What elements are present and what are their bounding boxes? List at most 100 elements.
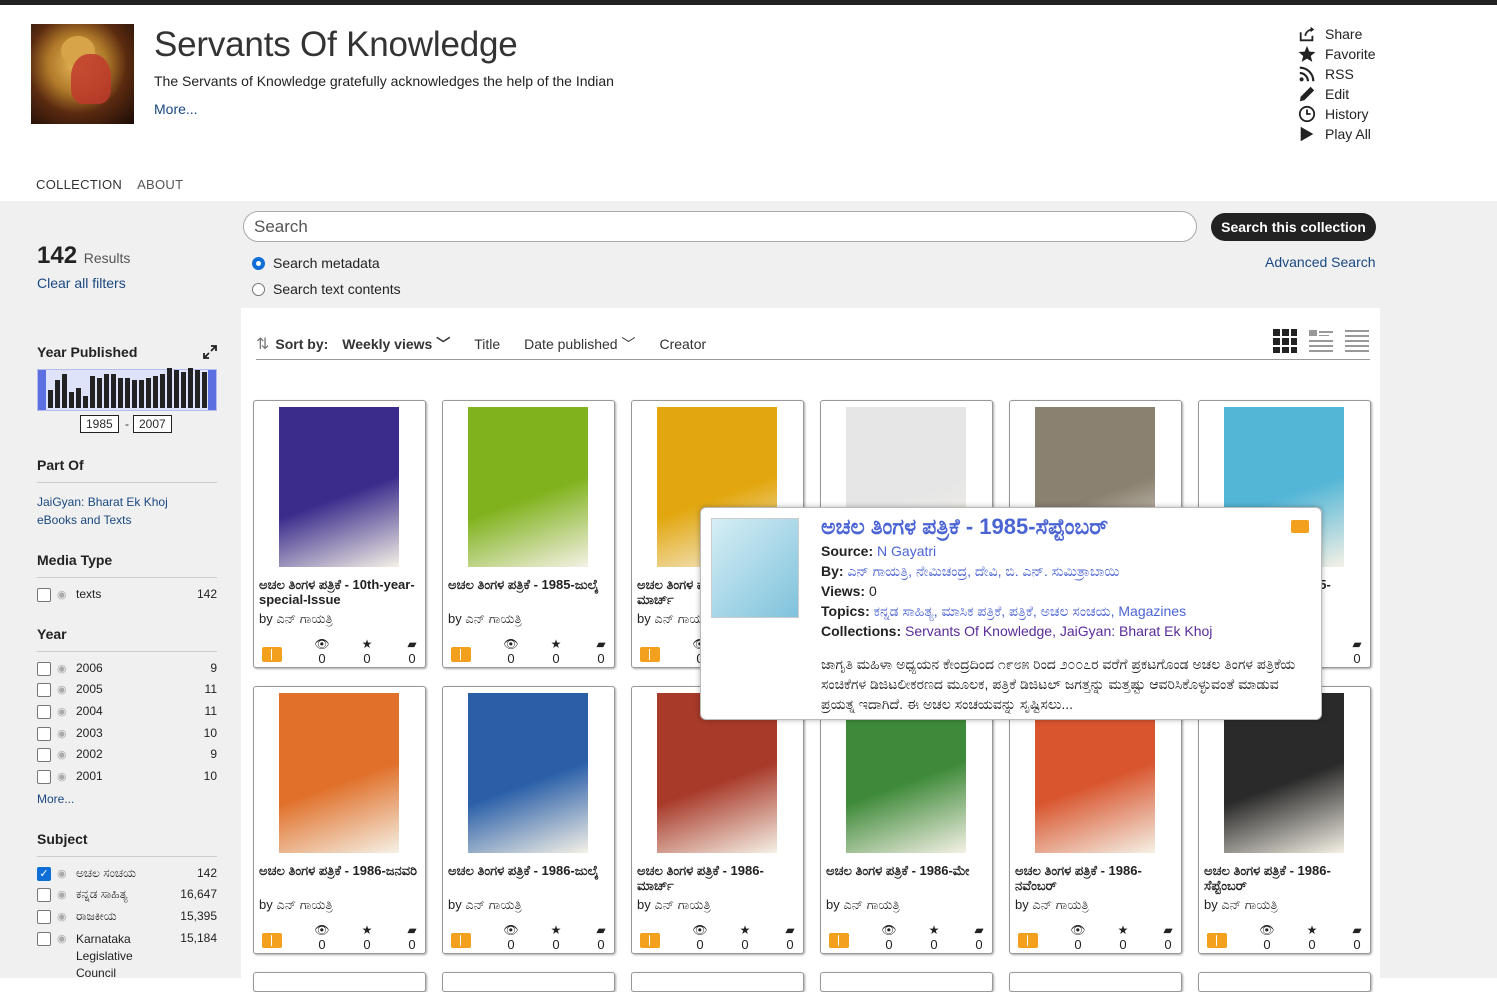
eye-icon[interactable]: ◉ — [57, 910, 71, 924]
item-title[interactable]: ಅಚಲ ತಿಂಗಳ ಪತ್ರಿಕೆ - 1986-ಮೇ — [826, 863, 989, 878]
eye-icon[interactable]: ◉ — [57, 867, 71, 881]
part-of-jaigyan[interactable]: JaiGyan: Bharat Ek Khoj — [37, 495, 168, 509]
item-title[interactable]: ಅಚಲ ತಿಂಗಳ ಪತ್ರಿಕೆ - 1986-ಜುಲೈ — [448, 863, 611, 878]
radio-button[interactable] — [252, 282, 265, 296]
year-from-input[interactable]: 1985 — [80, 415, 119, 433]
facet-row-subject[interactable]: ✓ ◉ ಅಚಲ ಸಂಚಯ 142 — [37, 866, 217, 886]
expand-icon[interactable] — [203, 345, 217, 359]
sort-date-published[interactable]: Date published ﹀ — [524, 334, 635, 354]
item-cover-image[interactable] — [468, 407, 588, 567]
facet-row-year[interactable]: ◉ 2003 10 — [37, 726, 217, 746]
checkbox[interactable] — [37, 770, 51, 784]
facet-row-year[interactable]: ◉ 2004 11 — [37, 704, 217, 724]
facet-row-year[interactable]: ◉ 2006 9 — [37, 661, 217, 681]
item-tile[interactable] — [1009, 972, 1182, 992]
histogram-bar — [62, 374, 67, 408]
item-tile[interactable]: ಅಚಲ ತಿಂಗಳ ಪತ್ರಿಕೆ - 1986-ಸೆಪ್ಟೆಂಬರ್ by ಎ… — [1198, 686, 1371, 954]
favorite-count: 0 — [552, 937, 560, 952]
eye-icon[interactable]: ◉ — [57, 727, 71, 741]
facet-row-texts[interactable]: ◉ texts 142 — [37, 587, 217, 607]
history-button[interactable]: History — [1298, 104, 1418, 124]
facet-row-year[interactable]: ◉ 2005 11 — [37, 682, 217, 702]
sort-direction-icon[interactable]: ⇅ — [256, 334, 269, 354]
eye-icon[interactable]: ◉ — [57, 705, 71, 719]
item-tile[interactable] — [1198, 972, 1371, 992]
checkbox[interactable] — [37, 727, 51, 741]
year-histogram[interactable] — [37, 368, 217, 411]
item-tile[interactable]: ಅಚಲ ತಿಂಗಳ ಪತ್ರಿಕೆ - 1986-ಜುಲೈ by ಎನ್ ಗಾಯ… — [442, 686, 615, 954]
year-more-link[interactable]: More... — [37, 792, 74, 806]
checkbox[interactable] — [37, 588, 51, 602]
checkbox[interactable] — [37, 932, 51, 946]
popup-title[interactable]: ಅಚಲ ತಿಂಗಳ ಪತ್ರಿಕೆ - 1985-ಸೆಪ್ಟೆಂಬರ್ — [821, 514, 1108, 540]
play-all-button[interactable]: Play All — [1298, 124, 1418, 144]
facet-row-year[interactable]: ◉ 2001 10 — [37, 769, 217, 789]
item-tile[interactable] — [631, 972, 804, 992]
favorite-count: 0 — [930, 937, 938, 952]
facet-row-subject[interactable]: ◉ ರಾಜಕೀಯ 15,395 — [37, 909, 217, 929]
facet-row-year[interactable]: ◉ 2002 9 — [37, 747, 217, 767]
item-tile[interactable] — [253, 972, 426, 992]
item-tile[interactable]: ಅಚಲ ತಿಂಗಳ ಪತ್ರಿಕೆ - 1986-ಮಾರ್ಚ್ by ಎನ್ ಗ… — [631, 686, 804, 954]
year-to-input[interactable]: 2007 — [133, 415, 172, 433]
eye-icon[interactable]: ◉ — [57, 748, 71, 762]
clear-filters-link[interactable]: Clear all filters — [37, 275, 126, 291]
share-button[interactable]: Share — [1298, 24, 1418, 44]
histogram-bar — [202, 372, 207, 408]
eye-icon[interactable]: ◉ — [57, 588, 71, 602]
edit-button[interactable]: Edit — [1298, 84, 1418, 104]
checkbox[interactable] — [37, 705, 51, 719]
divider — [37, 482, 217, 483]
sort-creator[interactable]: Creator — [659, 336, 706, 352]
popup-collections: Collections: Servants Of Knowledge, JaiG… — [821, 623, 1213, 639]
grid-view-icon[interactable] — [1272, 328, 1298, 354]
advanced-search-link[interactable]: Advanced Search — [1265, 254, 1376, 270]
favorite-count: 0 — [363, 937, 371, 952]
item-tile[interactable]: ಅಚಲ ತಿಂಗಳ ಪತ್ರಿಕೆ - 1986-ನವೆಂಬರ್ by ಎನ್ … — [1009, 686, 1182, 954]
eye-icon[interactable]: ◉ — [57, 888, 71, 902]
eye-icon[interactable]: ◉ — [57, 770, 71, 784]
item-cover-image[interactable] — [468, 693, 588, 853]
radio-search-text[interactable]: Search text contents — [252, 281, 401, 297]
item-title[interactable]: ಅಚಲ ತಿಂಗಳ ಪತ್ರಿಕೆ - 1986-ಜನವರಿ — [259, 863, 422, 878]
checkbox[interactable] — [37, 748, 51, 762]
item-tile[interactable]: ಅಚಲ ತಿಂಗಳ ಪತ್ರಿಕೆ - 1985-ಜುಲೈ by ಎನ್ ಗಾಯ… — [442, 400, 615, 668]
search-collection-button[interactable]: Search this collection — [1211, 213, 1376, 241]
item-tile[interactable]: ಅಚಲ ತಿಂಗಳ ಪತ್ರಿಕೆ - 1986-ಜನವರಿ by ಎನ್ ಗಾ… — [253, 686, 426, 954]
facet-row-subject[interactable]: ◉ ಕನ್ನಡ ಸಾಹಿತ್ಯ 16,647 — [37, 887, 217, 907]
checkbox-checked[interactable]: ✓ — [37, 867, 51, 881]
checkbox[interactable] — [37, 910, 51, 924]
item-title[interactable]: ಅಚಲ ತಿಂಗಳ ಪತ್ರಿಕೆ - 1986-ಮಾರ್ಚ್ — [637, 863, 800, 893]
favorite-button[interactable]: Favorite — [1298, 44, 1418, 64]
item-tile[interactable]: ಅಚಲ ತಿಂಗಳ ಪತ್ರಿಕೆ - 10th-year-special-Is… — [253, 400, 426, 668]
histogram-handle-right[interactable] — [208, 370, 216, 410]
sort-title[interactable]: Title — [474, 336, 500, 352]
histogram-handle-left[interactable] — [38, 370, 46, 410]
facet-row-subject[interactable]: ◉ Karnataka Legislative Council 15,184 — [37, 931, 217, 980]
review-count: 0 — [1353, 651, 1361, 666]
item-tile[interactable] — [442, 972, 615, 992]
item-title[interactable]: ಅಚಲ ತಿಂಗಳ ಪತ್ರಿಕೆ - 1986-ಸೆಪ್ಟೆಂಬರ್ — [1204, 863, 1367, 893]
list-detail-view-icon[interactable] — [1308, 328, 1334, 354]
list-compact-view-icon[interactable] — [1344, 328, 1370, 354]
checkbox[interactable] — [37, 683, 51, 697]
eye-icon[interactable]: ◉ — [57, 662, 71, 676]
checkbox[interactable] — [37, 888, 51, 902]
item-title[interactable]: ಅಚಲ ತಿಂಗಳ ಪತ್ರಿಕೆ - 1985-ಜುಲೈ — [448, 577, 611, 592]
checkbox[interactable] — [37, 662, 51, 676]
search-input[interactable]: Search — [243, 211, 1197, 242]
radio-button[interactable] — [252, 256, 265, 270]
item-cover-image[interactable] — [279, 407, 399, 567]
item-title[interactable]: ಅಚಲ ತಿಂಗಳ ಪತ್ರಿಕೆ - 1986-ನವೆಂಬರ್ — [1015, 863, 1178, 893]
eye-icon[interactable]: ◉ — [57, 683, 71, 697]
item-tile[interactable] — [820, 972, 993, 992]
more-link[interactable]: More... — [154, 101, 198, 117]
item-title[interactable]: ಅಚಲ ತಿಂಗಳ ಪತ್ರಿಕೆ - 10th-year-special-Is… — [259, 577, 422, 607]
part-of-ebooks[interactable]: eBooks and Texts — [37, 513, 132, 527]
sort-weekly-views[interactable]: Weekly views ﹀ — [342, 334, 450, 354]
radio-search-metadata[interactable]: Search metadata — [252, 255, 380, 271]
eye-icon[interactable]: ◉ — [57, 932, 71, 946]
item-cover-image[interactable] — [279, 693, 399, 853]
item-tile[interactable]: ಅಚಲ ತಿಂಗಳ ಪತ್ರಿಕೆ - 1986-ಮೇ by ಎನ್ ಗಾಯತ್… — [820, 686, 993, 954]
rss-button[interactable]: RSS — [1298, 64, 1418, 84]
